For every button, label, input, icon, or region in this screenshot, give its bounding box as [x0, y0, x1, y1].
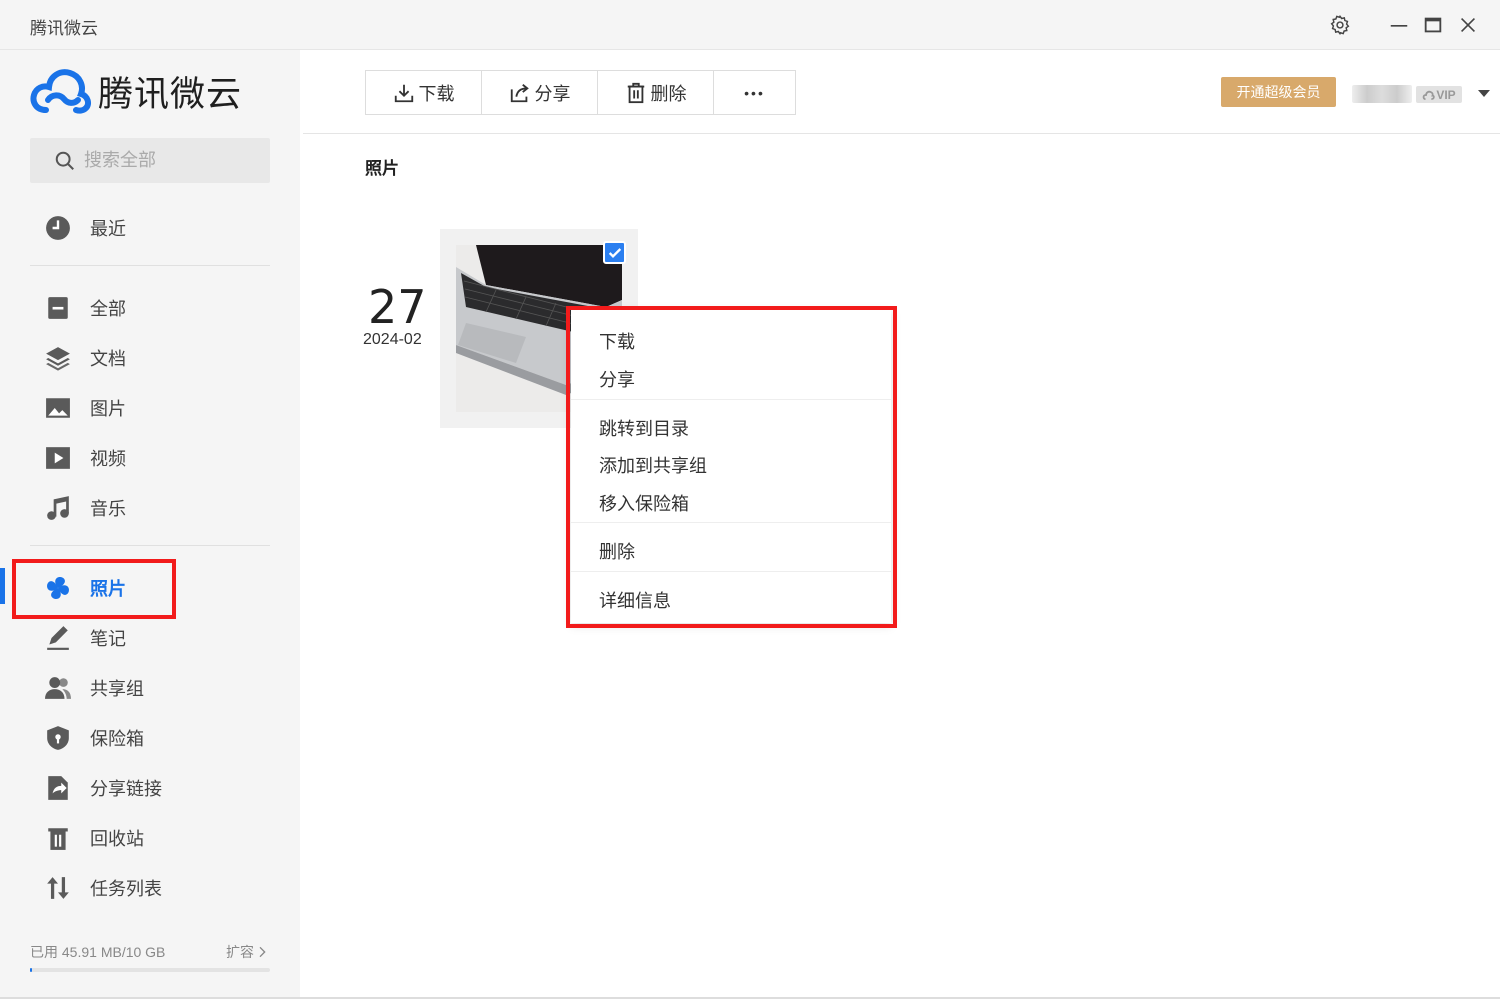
search-icon [55, 151, 74, 170]
transfer-icon [44, 874, 72, 902]
layers-icon [44, 344, 72, 372]
sidebar-item-recent[interactable]: 最近 [0, 203, 300, 253]
sidebar-item-share-groups[interactable]: 共享组 [0, 663, 300, 713]
sidebar-item-label: 音乐 [90, 499, 126, 519]
highlight-box-context-menu [566, 306, 897, 628]
user-dropdown-caret-icon[interactable] [1478, 90, 1490, 97]
minimize-icon[interactable] [1388, 14, 1410, 36]
delete-icon [627, 82, 644, 103]
action-toolbar: 下载 分享 删除 ••• [365, 70, 796, 115]
vip-badge-label: VIP [1436, 87, 1456, 102]
sidebar-item-label: 图片 [90, 399, 126, 419]
checkmark-icon [608, 247, 621, 258]
storage-progress-fill [30, 968, 33, 972]
storage-progress-bar [30, 968, 270, 972]
user-name-blurred[interactable] [1352, 85, 1412, 103]
sidebar-item-videos[interactable]: 视频 [0, 433, 300, 483]
photo-selected-checkbox[interactable] [603, 241, 626, 264]
close-icon[interactable] [1457, 14, 1479, 36]
sidebar-item-label: 保险箱 [90, 729, 144, 749]
clock-icon [44, 214, 72, 242]
date-year-month: 2024-02 [363, 331, 422, 348]
sidebar-item-label: 分享链接 [90, 779, 162, 799]
upgrade-vip-button[interactable]: 开通超级会员 [1221, 77, 1336, 107]
more-button[interactable]: ••• [714, 71, 795, 114]
toolbar-divider [303, 133, 1500, 134]
window-title: 腾讯微云 [30, 19, 98, 38]
storage-used-text: 已用 45.91 MB/10 GB [30, 944, 166, 960]
play-icon [44, 444, 72, 472]
cloud-vip-icon [1422, 90, 1436, 100]
section-title: 照片 [365, 159, 399, 178]
app-logo: 腾讯微云 [30, 66, 242, 116]
sidebar-item-label: 共享组 [90, 679, 144, 699]
shield-icon [44, 724, 72, 752]
sidebar-item-docs[interactable]: 文档 [0, 333, 300, 383]
download-label: 下载 [418, 83, 455, 104]
delete-button[interactable]: 删除 [598, 71, 714, 114]
sidebar-item-label: 全部 [90, 299, 126, 319]
trash-icon [44, 824, 72, 852]
pencil-icon [44, 624, 72, 652]
sidebar: 腾讯微云 最近 全部 文档 图片 视频 音乐 照片 笔记 [0, 50, 300, 999]
music-icon [44, 494, 72, 522]
chevron-right-icon [259, 946, 266, 958]
sidebar-divider [30, 545, 270, 546]
delete-label: 删除 [650, 83, 687, 104]
download-button[interactable]: 下载 [366, 71, 482, 114]
sidebar-item-label: 回收站 [90, 829, 144, 849]
sidebar-item-label: 笔记 [90, 629, 126, 649]
sidebar-item-music[interactable]: 音乐 [0, 483, 300, 533]
file-icon [44, 294, 72, 322]
sidebar-item-tasks[interactable]: 任务列表 [0, 863, 300, 913]
maximize-icon[interactable] [1422, 14, 1444, 36]
image-icon [44, 394, 72, 422]
date-day: 27 [368, 280, 427, 334]
search-box[interactable] [30, 138, 270, 183]
cloud-logo-icon [30, 69, 92, 114]
sidebar-item-images[interactable]: 图片 [0, 383, 300, 433]
highlight-box-photos [12, 559, 176, 619]
sidebar-item-share-links[interactable]: 分享链接 [0, 763, 300, 813]
sidebar-item-all[interactable]: 全部 [0, 283, 300, 333]
expand-label: 扩容 [226, 944, 254, 960]
search-input[interactable] [84, 150, 264, 171]
users-icon [44, 674, 72, 702]
vip-badge: VIP [1416, 86, 1462, 103]
share-icon [510, 83, 529, 102]
sidebar-item-label: 文档 [90, 349, 126, 369]
sidebar-item-label: 任务列表 [90, 879, 162, 899]
download-icon [394, 84, 413, 102]
settings-gear-icon[interactable] [1329, 14, 1351, 36]
sidebar-divider [30, 265, 270, 266]
logo-text: 腾讯微云 [98, 74, 243, 115]
sidebar-item-notes[interactable]: 笔记 [0, 613, 300, 663]
more-dots-icon: ••• [744, 84, 765, 101]
storage-info: 已用 45.91 MB/10 GB 扩容 [30, 942, 270, 962]
share-label: 分享 [534, 83, 571, 104]
sidebar-item-recycle-bin[interactable]: 回收站 [0, 813, 300, 863]
share-button[interactable]: 分享 [482, 71, 598, 114]
title-bar: 腾讯微云 [0, 0, 1500, 50]
sidebar-item-label: 最近 [90, 219, 126, 239]
share-link-icon [44, 774, 72, 802]
expand-storage-link[interactable]: 扩容 [226, 942, 270, 962]
sidebar-item-label: 视频 [90, 449, 126, 469]
sidebar-item-safe[interactable]: 保险箱 [0, 713, 300, 763]
